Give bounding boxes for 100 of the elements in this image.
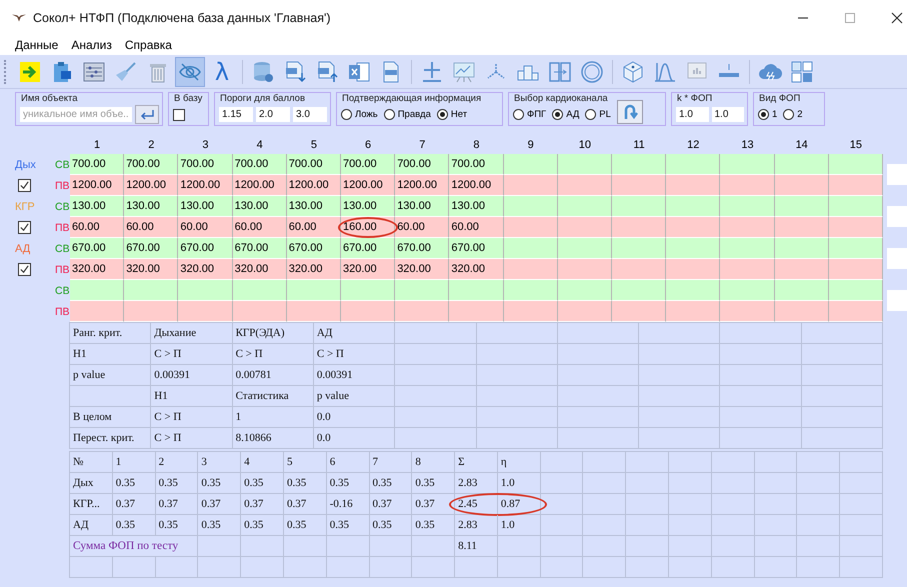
- radio-button[interactable]: [384, 109, 395, 120]
- maximize-icon[interactable]: [844, 12, 856, 24]
- table-cell: 0.35: [370, 515, 412, 536]
- table-cell: [341, 301, 396, 322]
- menu-item[interactable]: Справка: [124, 38, 172, 52]
- column-header: 2: [147, 139, 156, 151]
- side-field[interactable]: [887, 248, 907, 269]
- table-cell: [828, 259, 883, 280]
- radio-button[interactable]: [585, 109, 596, 120]
- checkbox[interactable]: [18, 179, 31, 192]
- column-header: 5: [310, 139, 318, 151]
- radio-button[interactable]: [783, 109, 794, 120]
- table-header-cell: 4: [241, 452, 284, 473]
- group-label: k * ФОП: [677, 93, 712, 104]
- group-label: Подтверждающая информация: [342, 93, 482, 104]
- radio-button[interactable]: [513, 109, 524, 120]
- side-field[interactable]: [887, 164, 907, 185]
- table-cell: 0.00781: [232, 365, 314, 386]
- table-cell: 0.35: [370, 473, 412, 494]
- table-cell: [558, 154, 612, 175]
- table-cell: 0.35: [412, 473, 456, 494]
- table-cell: 320.00: [178, 259, 233, 280]
- table-cell: [828, 217, 883, 238]
- table-cell: [412, 536, 456, 557]
- table-cell: [720, 280, 775, 301]
- radio-button[interactable]: [758, 109, 769, 120]
- table-header-cell: 5: [284, 452, 327, 473]
- checkbox[interactable]: [173, 108, 185, 120]
- table-cell: [326, 536, 370, 557]
- table-cell: [720, 238, 775, 259]
- input-field[interactable]: 1.15: [219, 107, 253, 122]
- table-cell: [558, 217, 612, 238]
- table-cell: Сумма ФОП по тесту: [70, 536, 198, 557]
- enter-button[interactable]: [135, 105, 159, 124]
- toolbar-button[interactable]: λ: [207, 56, 237, 86]
- table-cell: 320.00: [395, 259, 450, 280]
- table-cell: [669, 557, 712, 578]
- menu-item[interactable]: Анализ: [71, 38, 112, 52]
- toolbar-grip[interactable]: [4, 60, 9, 84]
- table-cell: [626, 494, 670, 515]
- table-cell: [232, 301, 287, 322]
- table-cell: 60.00: [178, 217, 233, 238]
- radio-button[interactable]: [341, 109, 352, 120]
- input-field[interactable]: 3.0: [293, 107, 327, 122]
- input-field[interactable]: 1.0: [676, 107, 708, 122]
- table-cell: [504, 259, 558, 280]
- table-cell: [558, 196, 612, 217]
- input-field[interactable]: 2.0: [256, 107, 290, 122]
- table-cell: 0.35: [326, 515, 370, 536]
- table-cell: [712, 515, 755, 536]
- column-header: 6: [364, 139, 372, 151]
- table-cell: [112, 557, 156, 578]
- table-cell: [669, 536, 712, 557]
- table-cell: Ранг. крит.: [70, 323, 152, 344]
- close-icon[interactable]: [891, 12, 903, 24]
- input-field[interactable]: уникальное имя объе...: [20, 107, 132, 122]
- menu-item[interactable]: Данные: [15, 38, 58, 52]
- table-cell: [666, 154, 720, 175]
- columns-icon: [548, 60, 572, 84]
- channel-label: АД: [15, 242, 32, 254]
- table-cell: [612, 280, 666, 301]
- table-cell: [669, 494, 712, 515]
- table-cell: [797, 473, 840, 494]
- table-cell: [449, 301, 504, 322]
- document-down-icon: [283, 60, 307, 84]
- table-cell: [286, 280, 341, 301]
- table-cell: 0.37: [112, 494, 156, 515]
- side-field[interactable]: [887, 206, 907, 227]
- table-cell: [666, 217, 720, 238]
- table-cell: 130.00: [178, 196, 233, 217]
- table-cell: 320.00: [124, 259, 178, 280]
- table-cell: 60.00: [124, 217, 178, 238]
- checkbox[interactable]: [18, 221, 31, 234]
- table-cell: [828, 175, 883, 196]
- table-cell: 320.00: [70, 259, 124, 280]
- side-field[interactable]: [887, 290, 907, 311]
- table-cell: [341, 280, 396, 301]
- table-cell: [666, 301, 720, 322]
- table-header-cell: η: [498, 452, 541, 473]
- table-cell: [774, 301, 829, 322]
- toolbar-button[interactable]: [175, 56, 205, 86]
- table-cell: [612, 259, 666, 280]
- radio-label: 2: [797, 109, 803, 120]
- table-cell: [797, 557, 840, 578]
- table-cell: 1200.00: [341, 175, 396, 196]
- radio-label: PL: [599, 109, 611, 120]
- input-field[interactable]: 1.0: [712, 107, 744, 122]
- table-cell: [666, 196, 720, 217]
- checkbox[interactable]: [18, 263, 31, 276]
- radio-button[interactable]: [552, 109, 564, 120]
- table-cell: 130.00: [341, 196, 396, 217]
- table-cell: [504, 175, 558, 196]
- radio-button[interactable]: [436, 109, 448, 120]
- column-header: 3: [201, 139, 210, 151]
- table-cell: [612, 175, 666, 196]
- table-cell: 0.37: [198, 494, 242, 515]
- table-cell: [797, 494, 840, 515]
- table-header-cell: 2: [156, 452, 198, 473]
- table-header-cell: 3: [198, 452, 242, 473]
- refresh-button[interactable]: [616, 100, 643, 124]
